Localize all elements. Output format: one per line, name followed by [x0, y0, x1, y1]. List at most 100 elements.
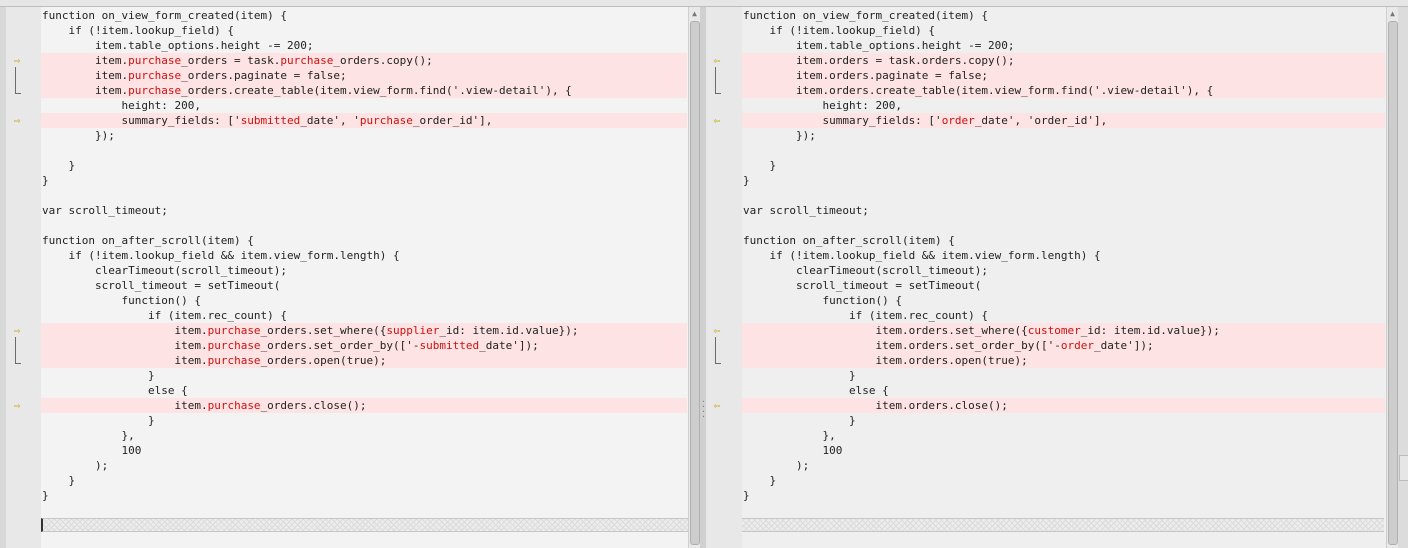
code-text: item.	[42, 324, 208, 337]
code-line[interactable]: item.orders.set_order_by(['-order_date']…	[742, 338, 1385, 353]
code-line[interactable]: summary_fields: ['order_date', 'order_id…	[742, 113, 1385, 128]
code-line[interactable]: item.purchase_orders.open(true);	[41, 353, 687, 368]
code-line[interactable]: }	[41, 173, 687, 188]
code-line[interactable]: clearTimeout(scroll_timeout);	[41, 263, 687, 278]
scroll-up-arrow-icon[interactable]: ▲	[1387, 8, 1398, 20]
code-line[interactable]: clearTimeout(scroll_timeout);	[742, 263, 1385, 278]
code-line[interactable]: if (!item.lookup_field && item.view_form…	[41, 248, 687, 263]
code-line[interactable]: scroll_timeout = setTimeout(	[742, 278, 1385, 293]
code-text: },	[42, 429, 135, 442]
left-horizontal-scrollbar[interactable]	[41, 518, 688, 532]
left-compare-pane[interactable]: ⇨ ⇨ ⇨ ⇨ function on_view_form_created(item)…	[6, 7, 700, 548]
right-compare-pane[interactable]: ⇦ ⇦ ⇦ ⇦ function on_view_form_created(item)…	[706, 7, 1398, 548]
code-line[interactable]: item.purchase_orders.paginate = false;	[41, 68, 687, 83]
code-line[interactable]: function() {	[742, 293, 1385, 308]
code-line[interactable]: if (item.rec_count) {	[742, 308, 1385, 323]
code-line[interactable]: summary_fields: ['submitted_date', 'purc…	[41, 113, 687, 128]
changed-text: purchase	[280, 54, 334, 67]
code-line[interactable]: function on_view_form_created(item) {	[742, 8, 1385, 23]
code-line[interactable]: scroll_timeout = setTimeout(	[41, 278, 687, 293]
copy-right-arrow-icon[interactable]: ⇨	[10, 325, 24, 336]
copy-left-arrow-icon[interactable]: ⇦	[710, 400, 724, 411]
code-line[interactable]: },	[41, 428, 687, 443]
right-scroll-thumb[interactable]	[1388, 21, 1398, 545]
right-vertical-scrollbar[interactable]: ▲	[1386, 7, 1398, 548]
copy-left-arrow-icon[interactable]: ⇦	[710, 325, 724, 336]
code-line[interactable]: height: 200,	[41, 98, 687, 113]
code-line[interactable]: item.table_options.height -= 200;	[742, 38, 1385, 53]
code-line[interactable]: if (!item.lookup_field && item.view_form…	[742, 248, 1385, 263]
left-scroll-thumb[interactable]	[690, 21, 700, 545]
code-line[interactable]: var scroll_timeout;	[41, 203, 687, 218]
code-line[interactable]: item.table_options.height -= 200;	[41, 38, 687, 53]
changed-text: purchase	[207, 339, 261, 352]
code-line[interactable]: }	[41, 413, 687, 428]
code-line[interactable]	[41, 218, 687, 233]
code-line[interactable]: });	[41, 128, 687, 143]
code-line[interactable]: var scroll_timeout;	[742, 203, 1385, 218]
code-line[interactable]: function on_after_scroll(item) {	[742, 233, 1385, 248]
scroll-up-arrow-icon[interactable]: ▲	[689, 8, 700, 20]
code-line[interactable]: }	[742, 158, 1385, 173]
code-line[interactable]: item.orders.close();	[742, 398, 1385, 413]
code-text: function() {	[42, 294, 201, 307]
copy-right-arrow-icon[interactable]: ⇨	[10, 400, 24, 411]
code-line[interactable]: }	[742, 488, 1385, 503]
code-line[interactable]	[742, 188, 1385, 203]
copy-right-arrow-icon[interactable]: ⇨	[10, 55, 24, 66]
code-line[interactable]: if (item.rec_count) {	[41, 308, 687, 323]
code-line[interactable]: item.orders.open(true);	[742, 353, 1385, 368]
code-line[interactable]: item.orders.paginate = false;	[742, 68, 1385, 83]
code-line[interactable]: function on_after_scroll(item) {	[41, 233, 687, 248]
code-text: _orders.close();	[260, 399, 367, 412]
code-text: var scroll_timeout;	[42, 204, 168, 217]
code-line[interactable]	[742, 143, 1385, 158]
code-line[interactable]: item.purchase_orders.set_order_by(['-sub…	[41, 338, 687, 353]
code-line[interactable]: item.purchase_orders = task.purchase_ord…	[41, 53, 687, 68]
code-text: height: 200,	[42, 99, 201, 112]
code-line[interactable]: }	[742, 173, 1385, 188]
code-line[interactable]: }	[41, 473, 687, 488]
code-line[interactable]: );	[742, 458, 1385, 473]
copy-right-arrow-icon[interactable]: ⇨	[10, 115, 24, 126]
code-line[interactable]	[41, 143, 687, 158]
code-line[interactable]: );	[41, 458, 687, 473]
code-text: );	[42, 459, 109, 472]
code-line[interactable]: function() {	[41, 293, 687, 308]
diff-block-bracket	[715, 67, 721, 94]
code-line[interactable]: 100	[742, 443, 1385, 458]
code-line[interactable]: item.purchase_orders.set_where({supplier…	[41, 323, 687, 338]
right-edge-tab[interactable]	[1399, 455, 1408, 481]
code-line[interactable]: },	[742, 428, 1385, 443]
code-line[interactable]: height: 200,	[742, 98, 1385, 113]
code-line[interactable]: }	[41, 368, 687, 383]
code-line[interactable]: }	[41, 158, 687, 173]
code-line[interactable]: item.orders.create_table(item.view_form.…	[742, 83, 1385, 98]
code-line[interactable]: }	[41, 488, 687, 503]
code-line[interactable]: item.purchase_orders.create_table(item.v…	[41, 83, 687, 98]
code-line[interactable]: function on_view_form_created(item) {	[41, 8, 687, 23]
code-line[interactable]: else {	[41, 383, 687, 398]
changed-text: purchase	[128, 84, 182, 97]
copy-left-arrow-icon[interactable]: ⇦	[710, 115, 724, 126]
code-line[interactable]: });	[742, 128, 1385, 143]
splitter-grip-icon[interactable]: · · · ·	[701, 398, 706, 421]
left-vertical-scrollbar[interactable]: ▲	[688, 7, 700, 548]
code-line[interactable]: else {	[742, 383, 1385, 398]
code-text: }	[42, 159, 76, 172]
code-line[interactable]: if (!item.lookup_field) {	[742, 23, 1385, 38]
code-line[interactable]: item.orders = task.orders.copy();	[742, 53, 1385, 68]
copy-left-arrow-icon[interactable]: ⇦	[710, 55, 724, 66]
right-horizontal-scrollbar[interactable]	[742, 518, 1384, 532]
code-line[interactable]: }	[742, 473, 1385, 488]
code-line[interactable]: 100	[41, 443, 687, 458]
code-text: _orders.copy();	[333, 54, 433, 67]
code-text: _date', '	[300, 114, 360, 127]
code-line[interactable]	[41, 188, 687, 203]
code-line[interactable]: }	[742, 368, 1385, 383]
code-line[interactable]: if (!item.lookup_field) {	[41, 23, 687, 38]
code-line[interactable]: }	[742, 413, 1385, 428]
code-line[interactable]: item.purchase_orders.close();	[41, 398, 687, 413]
code-line[interactable]: item.orders.set_where({customer_id: item…	[742, 323, 1385, 338]
code-line[interactable]	[742, 218, 1385, 233]
